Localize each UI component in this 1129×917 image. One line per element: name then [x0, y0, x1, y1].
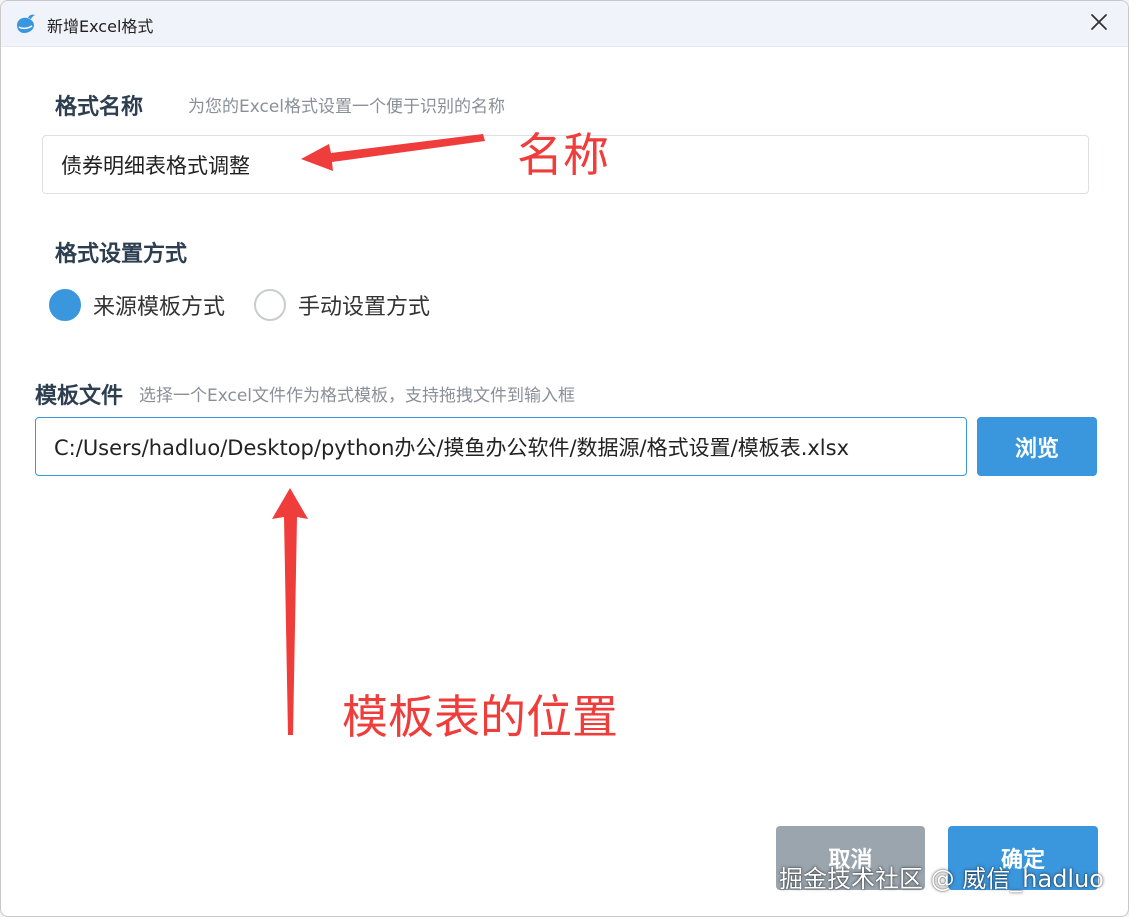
window-title: 新增Excel格式 — [47, 17, 154, 36]
title-bar: 新增Excel格式 — [1, 1, 1128, 47]
whale-icon — [14, 12, 38, 36]
annotation-name: 名称 — [517, 128, 609, 182]
template-path-input[interactable]: C:/Users/hadluo/Desktop/python办公/摸鱼办公软件/… — [35, 417, 967, 476]
close-icon — [1090, 13, 1108, 35]
radio-template-mode[interactable]: 来源模板方式 — [49, 289, 225, 321]
radio-unchecked-icon — [254, 289, 286, 321]
radio-label-manual: 手动设置方式 — [298, 295, 431, 320]
dialog-window: 新增Excel格式 格式名称 为您的Excel格式设置一个便于识别的名称 债券明… — [0, 0, 1129, 917]
format-mode-label: 格式设置方式 — [55, 242, 188, 267]
format-name-label: 格式名称 — [55, 95, 144, 120]
template-file-label: 模板文件 — [35, 384, 124, 409]
close-button[interactable] — [1084, 9, 1114, 39]
radio-manual-mode[interactable]: 手动设置方式 — [254, 289, 430, 321]
template-file-hint: 选择一个Excel文件作为格式模板，支持拖拽文件到输入框 — [139, 386, 576, 406]
radio-label-template: 来源模板方式 — [93, 295, 226, 320]
watermark-text: 掘金技术社区 @ 威信_hadluo — [779, 865, 1104, 893]
arrow-to-template-input — [272, 488, 308, 735]
format-name-hint: 为您的Excel格式设置一个便于识别的名称 — [188, 97, 506, 117]
annotation-template-location: 模板表的位置 — [342, 690, 618, 744]
radio-checked-icon — [49, 289, 81, 321]
browse-button[interactable]: 浏览 — [977, 417, 1097, 476]
